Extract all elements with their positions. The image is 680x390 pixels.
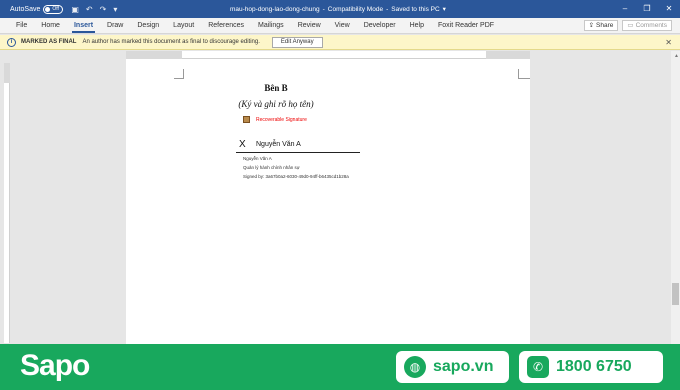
ribbon-actions: ⇪ Share ▭ Comments — [583, 20, 672, 31]
ribbon-tabs: File Home Insert Draw Design Layout References… — [9, 18, 501, 34]
autosave-label: AutoSave — [10, 5, 41, 13]
autosave-toggle[interactable]: Off — [43, 4, 64, 14]
save-icon[interactable]: ▣ — [71, 5, 79, 14]
tab-design[interactable]: Design — [130, 18, 166, 34]
sapo-banner: Sapo ◍ sapo.vn ✆ 1800 6750 — [0, 344, 680, 390]
ribbon: File Home Insert Draw Design Layout References… — [0, 18, 680, 34]
save-status: Saved to this PC — [391, 5, 440, 13]
word-window: AutoSave Off ▣ ↶ ↷ ▾ mau-hop-dong-lao-do… — [0, 0, 680, 390]
tab-foxit-reader-pdf[interactable]: Foxit Reader PDF — [431, 18, 501, 34]
chevron-down-icon: ▾ — [442, 6, 446, 13]
customize-icon[interactable]: ▾ — [113, 5, 117, 14]
tab-help[interactable]: Help — [403, 18, 431, 34]
party-title: Bên B — [264, 83, 288, 93]
tab-draw[interactable]: Draw — [100, 18, 130, 34]
autosave: AutoSave Off — [10, 4, 64, 14]
quick-access-toolbar: ▣ ↶ ↷ ▾ — [71, 5, 117, 14]
message-bar: i MARKED AS FINAL An author has marked t… — [0, 35, 680, 50]
document-title[interactable]: mau-hop-dong-lao-dong-chung - Compatibil… — [230, 0, 446, 18]
tab-view[interactable]: View — [328, 18, 357, 34]
tab-review[interactable]: Review — [291, 18, 328, 34]
vertical-scrollbar[interactable]: ▲ — [671, 51, 680, 344]
signer-detail-signed-by: Signed by: 3a67b0a2-6030-49d0-94ff-b6435… — [243, 174, 349, 179]
document-page[interactable]: Bên B (Ký và ghi rõ họ tên) Recoverable … — [126, 59, 530, 344]
horizontal-ruler[interactable] — [126, 51, 530, 59]
compatibility-mode: Compatibility Mode — [327, 5, 384, 13]
globe-icon: ◍ — [404, 356, 426, 378]
vertical-ruler[interactable] — [4, 63, 10, 343]
tab-file[interactable]: File — [9, 18, 34, 34]
close-icon[interactable]: ✕ — [665, 38, 672, 47]
margin-corner — [518, 69, 530, 79]
edit-anyway-button[interactable]: Edit Anyway — [271, 36, 323, 48]
share-icon: ⇪ — [588, 22, 595, 29]
tab-insert[interactable]: Insert — [67, 18, 100, 34]
scroll-thumb[interactable] — [672, 283, 679, 305]
signature-icon — [243, 116, 250, 123]
window-controls: – ❐ ✕ — [614, 0, 680, 18]
restore-icon[interactable]: ❐ — [636, 0, 658, 18]
redo-icon[interactable]: ↷ — [100, 5, 107, 14]
signer-detail-name: Nguyễn Văn A — [243, 156, 272, 161]
tab-home[interactable]: Home — [34, 18, 67, 34]
tab-developer[interactable]: Developer — [357, 18, 403, 34]
comment-icon: ▭ — [627, 22, 634, 29]
minimize-icon[interactable]: – — [614, 0, 636, 18]
share-button[interactable]: ⇪ Share — [583, 20, 619, 31]
scroll-up-icon[interactable]: ▲ — [674, 53, 679, 59]
recoverable-signature[interactable]: Recoverable Signature — [243, 116, 307, 123]
title-bar: AutoSave Off ▣ ↶ ↷ ▾ mau-hop-dong-lao-do… — [0, 0, 680, 18]
phone-button[interactable]: ✆ 1800 6750 — [519, 351, 663, 383]
message-text: An author has marked this document as fi… — [82, 39, 260, 45]
phone-icon: ✆ — [527, 356, 549, 378]
close-icon[interactable]: ✕ — [658, 0, 680, 18]
tab-references[interactable]: References — [201, 18, 251, 34]
comments-button[interactable]: ▭ Comments — [622, 20, 672, 31]
margin-corner — [174, 69, 184, 79]
signer-name: Nguyễn Văn A — [256, 141, 301, 148]
tab-mailings[interactable]: Mailings — [251, 18, 291, 34]
website-button[interactable]: ◍ sapo.vn — [396, 351, 509, 383]
signature-x: X — [239, 139, 246, 150]
signer-detail-role: Quản lý hành chính nhân sự — [243, 165, 300, 170]
doc-name: mau-hop-dong-lao-dong-chung — [230, 5, 320, 13]
signature-line — [236, 152, 360, 153]
message-title: MARKED AS FINAL — [21, 39, 77, 45]
info-icon: i — [7, 37, 16, 47]
tab-layout[interactable]: Layout — [166, 18, 201, 34]
party-subtitle: (Ký và ghi rõ họ tên) — [238, 99, 314, 109]
undo-icon[interactable]: ↶ — [86, 5, 93, 14]
sapo-logo: Sapo — [20, 349, 90, 382]
